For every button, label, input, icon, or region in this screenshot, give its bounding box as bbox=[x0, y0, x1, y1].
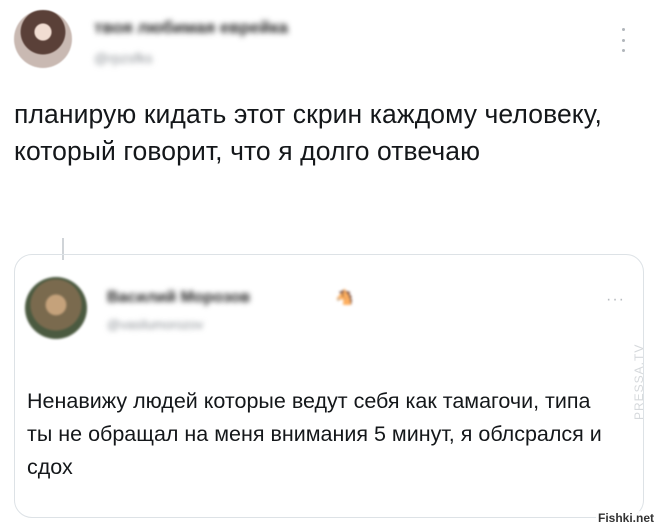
tweet-text: планирую кидать этот скрин каждому челов… bbox=[14, 99, 602, 166]
quoted-author-handle[interactable]: @vasilumorozov bbox=[107, 317, 203, 332]
quoted-author-badge-icon: 🐴 bbox=[335, 289, 354, 306]
dot bbox=[621, 49, 625, 52]
tweet-author-handle[interactable]: @rpzsfks bbox=[94, 50, 153, 66]
quoted-author-name[interactable]: Василий Морозов bbox=[107, 289, 250, 307]
tweet-author-name[interactable]: твоя любимая еврейка bbox=[94, 18, 288, 38]
quoted-tweet-card[interactable]: Василий Морозов 🐴 @vasilumorozov ··· Нен… bbox=[14, 254, 644, 518]
corner-watermark: Fishki.net bbox=[595, 511, 656, 525]
dot bbox=[621, 38, 625, 42]
quoted-author-avatar[interactable] bbox=[25, 277, 87, 339]
vertical-watermark: PRESSA.TV bbox=[632, 343, 646, 420]
tweet-author-avatar[interactable] bbox=[14, 10, 72, 68]
quoted-tweet-text: Ненавижу людей которые ведут себя как та… bbox=[27, 389, 602, 479]
dot bbox=[621, 28, 625, 31]
quoted-more-options-icon[interactable]: ··· bbox=[606, 291, 625, 309]
more-options-icon[interactable] bbox=[620, 28, 626, 52]
